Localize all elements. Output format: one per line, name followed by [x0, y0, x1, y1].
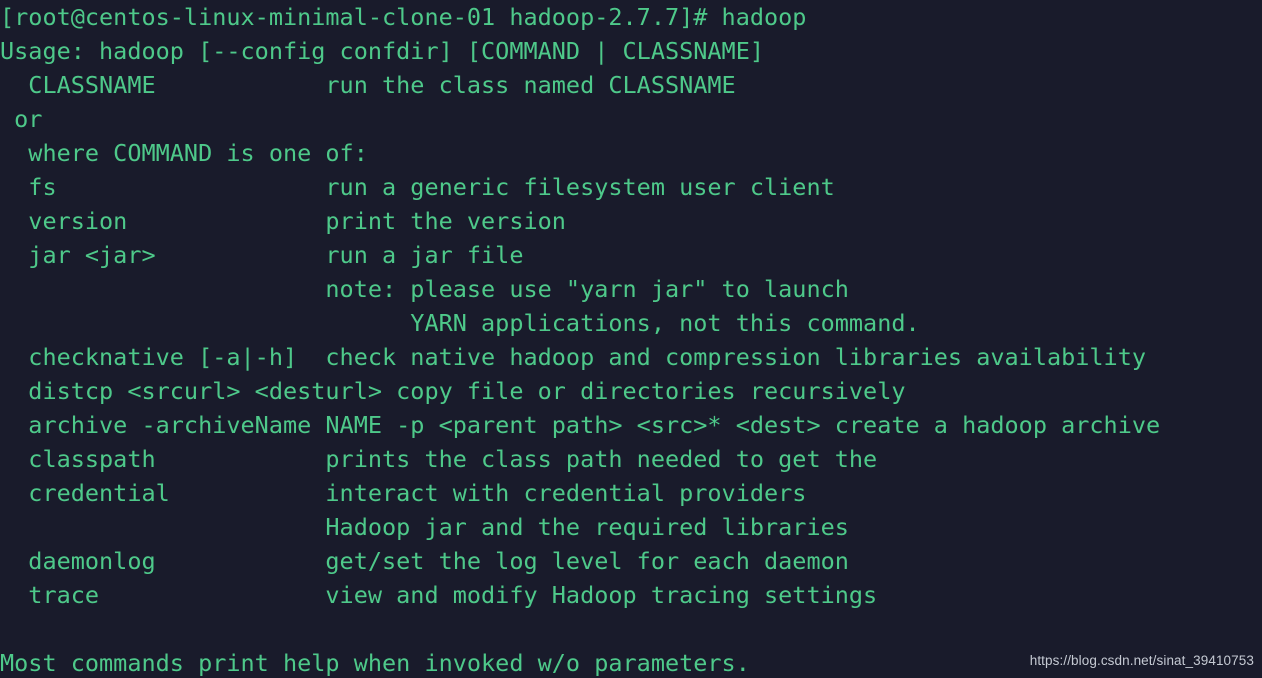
terminal-line-version: version print the version [0, 207, 566, 235]
terminal-line-archive: archive -archiveName NAME -p <parent pat… [0, 411, 1161, 439]
terminal-line-or: or [0, 105, 43, 133]
terminal-line-trace: trace view and modify Hadoop tracing set… [0, 581, 878, 609]
terminal-line-usage: Usage: hadoop [--config confdir] [COMMAN… [0, 37, 765, 65]
terminal-line-checknative: checknative [-a|-h] check native hadoop … [0, 343, 1147, 371]
terminal-output: [root@centos-linux-minimal-clone-01 hado… [0, 0, 1262, 678]
terminal-line-daemonlog: daemonlog get/set the log level for each… [0, 547, 849, 575]
terminal-line-where-command: where COMMAND is one of: [0, 139, 368, 167]
terminal-line-fs: fs run a generic filesystem user client [0, 173, 835, 201]
terminal-line-jar-note-cont: YARN applications, not this command. [0, 309, 920, 337]
terminal-line-prompt-command: [root@centos-linux-minimal-clone-01 hado… [0, 3, 807, 31]
terminal-line-footer-note: Most commands print help when invoked w/… [0, 649, 750, 677]
terminal-window[interactable]: [root@centos-linux-minimal-clone-01 hado… [0, 0, 1262, 678]
terminal-line-jar: jar <jar> run a jar file [0, 241, 524, 269]
terminal-line-credential: credential interact with credential prov… [0, 479, 807, 507]
terminal-line-classname: CLASSNAME run the class named CLASSNAME [0, 71, 736, 99]
terminal-line-distcp: distcp <srcurl> <desturl> copy file or d… [0, 377, 906, 405]
terminal-line-classpath: classpath prints the class path needed t… [0, 445, 878, 473]
terminal-line-jar-note: note: please use "yarn jar" to launch [0, 275, 849, 303]
terminal-line-classpath-cont: Hadoop jar and the required libraries [0, 513, 849, 541]
